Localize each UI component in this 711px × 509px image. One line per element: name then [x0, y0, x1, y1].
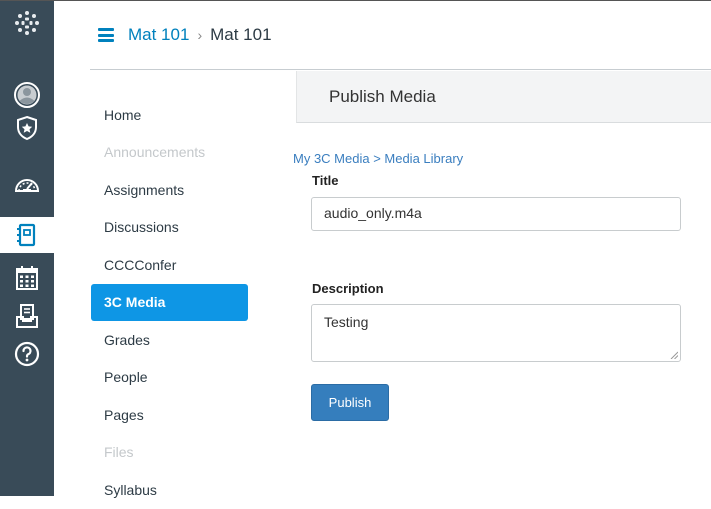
title-input[interactable]: audio_only.m4a — [311, 197, 681, 231]
dashboard-icon[interactable] — [0, 166, 54, 202]
resize-handle-icon[interactable] — [670, 351, 678, 359]
logo-icon[interactable] — [0, 5, 54, 41]
description-label: Description — [312, 281, 384, 296]
inbox-icon[interactable] — [0, 298, 54, 334]
publish-media-header: Publish Media — [296, 71, 711, 123]
course-nav-discussions[interactable]: Discussions — [91, 209, 248, 247]
global-nav — [0, 1, 54, 496]
window-top-border — [0, 0, 711, 1]
course-nav-people[interactable]: People — [91, 359, 248, 397]
hamburger-menu-icon[interactable] — [98, 28, 114, 42]
breadcrumb-separator: › — [197, 27, 203, 43]
course-nav-announcements[interactable]: Announcements — [91, 134, 248, 172]
course-nav-grades[interactable]: Grades — [91, 321, 248, 359]
course-nav-home[interactable]: Home — [91, 96, 248, 134]
description-value: Testing — [324, 314, 369, 330]
header-divider — [90, 69, 711, 70]
courses-icon[interactable] — [0, 217, 54, 253]
course-nav-cccconfer[interactable]: CCCConfer — [91, 246, 248, 284]
course-nav-syllabus[interactable]: Syllabus — [91, 471, 248, 509]
course-nav: Home Announcements Assignments Discussio… — [91, 96, 248, 509]
publish-button[interactable]: Publish — [311, 384, 389, 421]
title-label: Title — [312, 173, 339, 188]
help-icon[interactable] — [0, 336, 54, 372]
admin-icon[interactable] — [0, 110, 54, 146]
course-nav-pages[interactable]: Pages — [91, 396, 248, 434]
account-icon[interactable] — [0, 77, 54, 113]
description-textarea[interactable]: Testing — [311, 304, 681, 362]
page-title: Publish Media — [329, 86, 436, 106]
course-nav-3c-media[interactable]: 3C Media — [91, 283, 248, 321]
breadcrumb-current: Mat 101 — [210, 25, 272, 44]
media-library-breadcrumb[interactable]: My 3C Media > Media Library — [293, 151, 463, 166]
course-nav-assignments[interactable]: Assignments — [91, 171, 248, 209]
header-breadcrumb: Mat 101 › Mat 101 — [90, 20, 272, 50]
calendar-icon[interactable] — [0, 260, 54, 296]
breadcrumb-course-link[interactable]: Mat 101 — [128, 25, 189, 45]
course-nav-files[interactable]: Files — [91, 434, 248, 472]
